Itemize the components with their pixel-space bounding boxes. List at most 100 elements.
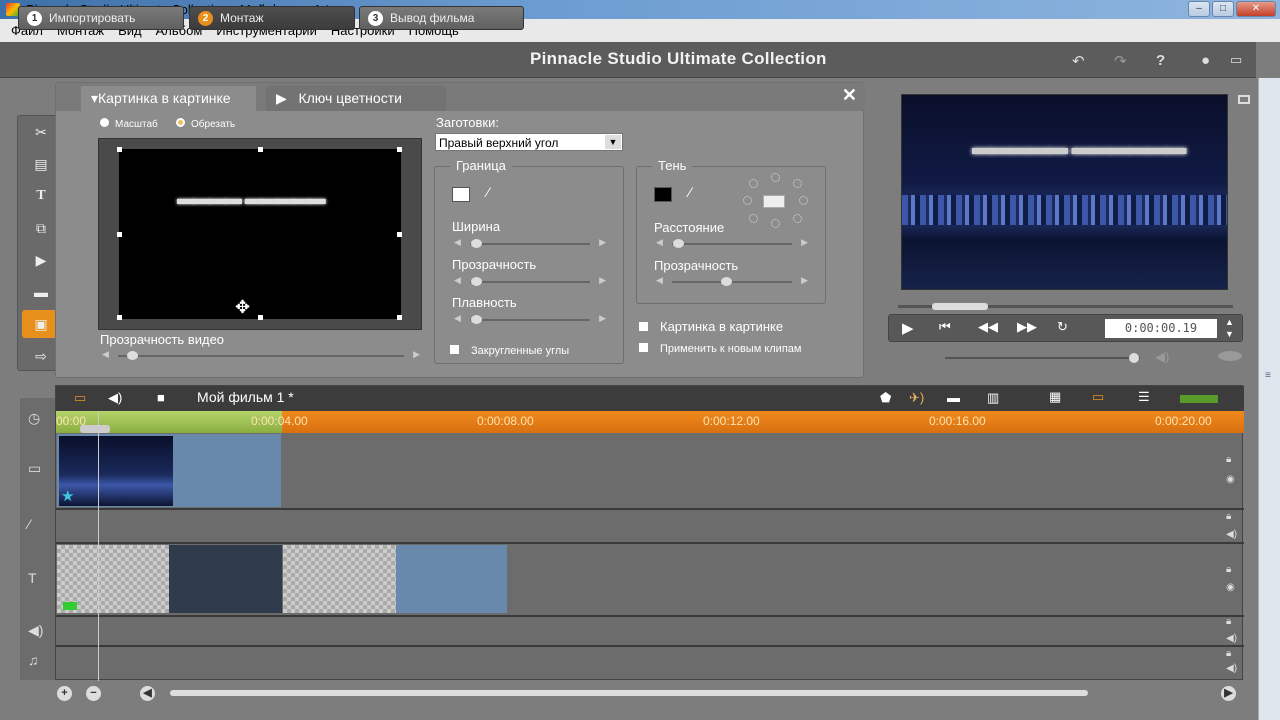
- shadow-distance-slider[interactable]: ◀ ▶: [654, 237, 810, 249]
- clip-properties-icon[interactable]: ▬: [947, 390, 960, 405]
- slider-knob[interactable]: [721, 277, 732, 286]
- timecode-field[interactable]: 0:00:00.19: [1105, 319, 1217, 338]
- border-color-swatch[interactable]: [452, 187, 470, 202]
- voiceover-icon[interactable]: ✈): [909, 390, 924, 406]
- go-to-start-icon[interactable]: ⏮: [939, 319, 951, 335]
- slider-knob[interactable]: [127, 351, 139, 360]
- speaker-icon[interactable]: ◀): [1155, 349, 1169, 365]
- border-smoothness-slider[interactable]: ◀ ▶: [452, 313, 608, 325]
- speaker-icon[interactable]: ◀): [1226, 633, 1237, 644]
- close-panel-button[interactable]: ✕: [842, 85, 857, 106]
- timeline-view-icon[interactable]: ▭: [1092, 389, 1104, 405]
- undo-icon[interactable]: ↶: [1072, 52, 1085, 70]
- gap-clip[interactable]: [169, 545, 282, 613]
- title-clip[interactable]: [283, 545, 396, 613]
- time-ruler[interactable]: 00:00 0:00:04.00 0:00:08.00 0:00:12.00 0…: [56, 411, 1244, 433]
- video-view-icon[interactable]: ▭: [74, 390, 86, 406]
- audio-view-icon[interactable]: ◀): [108, 390, 122, 406]
- resize-handle[interactable]: [258, 147, 263, 152]
- lock-icon[interactable]: 🔒︎: [1226, 648, 1231, 659]
- rewind-icon[interactable]: ◀◀: [978, 319, 998, 335]
- text-view-icon[interactable]: ☰: [1138, 389, 1150, 405]
- shadow-opacity-slider[interactable]: ◀ ▶: [654, 275, 810, 287]
- storyboard-view-icon[interactable]: ▦: [1049, 389, 1061, 405]
- volume-slider[interactable]: [945, 353, 1140, 363]
- disc-icon[interactable]: [1218, 351, 1242, 361]
- help-icon[interactable]: ?: [1156, 52, 1165, 69]
- fullscreen-icon[interactable]: ▭: [1230, 52, 1242, 68]
- tab-edit[interactable]: 2 Монтаж: [189, 6, 355, 30]
- folder-icon[interactable]: ■: [157, 390, 165, 405]
- tab-import[interactable]: 1 Импортировать: [18, 6, 184, 30]
- eye-icon[interactable]: ◉: [1226, 474, 1235, 485]
- scroll-left-button[interactable]: ◀: [140, 686, 155, 701]
- rounded-corners-checkbox[interactable]: Закругленные углы: [450, 345, 569, 357]
- presets-dropdown[interactable]: Правый верхний угол ▼: [435, 133, 623, 151]
- mode-scale-radio[interactable]: Масштаб: [100, 118, 158, 130]
- loop-icon[interactable]: ↻: [1057, 319, 1068, 335]
- slider-knob[interactable]: [471, 277, 482, 286]
- tab-chroma-key[interactable]: ▶ Ключ цветности: [266, 86, 446, 111]
- window-scrollbar[interactable]: ≡: [1258, 78, 1280, 720]
- resize-handle[interactable]: [397, 147, 402, 152]
- pip-preview-canvas[interactable]: ✥ ▬▬▬▬ ▬▬▬▬▬: [98, 138, 422, 330]
- fast-forward-icon[interactable]: ▶▶: [1017, 319, 1037, 335]
- audio-track: [56, 510, 1244, 544]
- redo-icon[interactable]: ↷: [1114, 52, 1127, 70]
- scrubber-track[interactable]: [898, 303, 1233, 310]
- fullscreen-preview-icon[interactable]: [1238, 95, 1250, 104]
- volume-knob[interactable]: [1129, 353, 1140, 363]
- step-number: 1: [27, 11, 42, 26]
- marker-icon[interactable]: ⬟: [880, 390, 891, 406]
- clip-thumbnail: [59, 436, 173, 506]
- title-clip-extension[interactable]: [396, 545, 507, 613]
- resize-handle[interactable]: [397, 232, 402, 237]
- zoom-in-button[interactable]: +: [57, 686, 72, 701]
- video-clip[interactable]: ★: [57, 434, 281, 507]
- slider-knob[interactable]: [471, 315, 482, 324]
- step-number: 3: [368, 11, 383, 26]
- shadow-color-swatch[interactable]: [654, 187, 672, 202]
- resize-handle[interactable]: [117, 147, 122, 152]
- border-opacity-slider[interactable]: ◀ ▶: [452, 275, 608, 287]
- player-preview[interactable]: ▬▬▬▬▬ ▬▬▬▬▬▬: [901, 94, 1228, 290]
- lock-icon[interactable]: 🔒︎: [1226, 511, 1231, 522]
- chevron-down-icon: ▼: [605, 135, 621, 149]
- maximize-button[interactable]: □: [1212, 1, 1234, 17]
- pip-enable-checkbox[interactable]: Картинка в картинке: [639, 319, 783, 334]
- scroll-right-button[interactable]: ▶: [1221, 686, 1236, 701]
- lock-icon[interactable]: 🔒︎: [1226, 564, 1231, 575]
- lock-icon[interactable]: 🔒︎: [1226, 454, 1231, 465]
- scrubber-handle[interactable]: [80, 425, 110, 433]
- tab-make-movie[interactable]: 3 Вывод фильма: [359, 6, 524, 30]
- border-width-slider[interactable]: ◀ ▶: [452, 237, 608, 249]
- speaker-icon[interactable]: ◀): [1226, 529, 1237, 540]
- tab-picture-in-picture[interactable]: ▾Картинка в картинке: [81, 86, 256, 111]
- shadow-direction-picker[interactable]: [737, 169, 813, 229]
- title-clip[interactable]: [57, 545, 169, 613]
- mode-crop-radio[interactable]: Обрезать: [176, 118, 235, 130]
- slider-knob[interactable]: [471, 239, 482, 248]
- timecode-stepper[interactable]: ▲ ▼: [1225, 316, 1234, 340]
- resize-handle[interactable]: [117, 315, 122, 320]
- resize-handle[interactable]: [117, 232, 122, 237]
- close-window-button[interactable]: ✕: [1236, 1, 1276, 17]
- minimize-button[interactable]: –: [1188, 1, 1210, 17]
- eye-icon[interactable]: ◉: [1226, 582, 1235, 593]
- video-opacity-slider[interactable]: ◀ ▶: [100, 349, 422, 361]
- resize-handle[interactable]: [397, 315, 402, 320]
- speaker-icon[interactable]: ◀): [1226, 663, 1237, 674]
- timeline-scrollbar[interactable]: [170, 690, 1088, 696]
- scrubber-handle[interactable]: [931, 303, 988, 310]
- zoom-out-button[interactable]: −: [86, 686, 101, 701]
- play-icon[interactable]: ▶: [902, 319, 914, 337]
- eyedropper-icon[interactable]: ⁄: [689, 184, 691, 200]
- apply-to-new-clips-checkbox[interactable]: Применить к новым клипам: [639, 343, 801, 355]
- slider-knob[interactable]: [673, 239, 684, 248]
- resize-handle[interactable]: [258, 315, 263, 320]
- trash-icon[interactable]: ▥: [987, 390, 999, 406]
- lock-icon[interactable]: 🔒︎: [1226, 616, 1231, 627]
- lightbulb-icon[interactable]: ●: [1201, 52, 1210, 69]
- eyedropper-icon[interactable]: ⁄: [487, 184, 489, 200]
- presets-label: Заготовки:: [436, 115, 499, 130]
